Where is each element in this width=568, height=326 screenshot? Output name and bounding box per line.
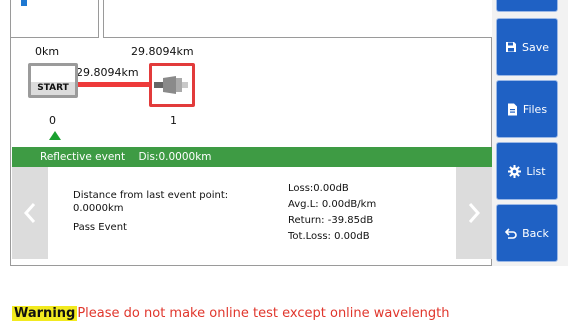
chevron-left-icon	[23, 203, 36, 223]
file-icon	[507, 103, 517, 115]
start-index: 0	[49, 114, 56, 127]
event-node-1[interactable]	[149, 63, 195, 107]
event-type: Reflective event	[40, 151, 126, 163]
event-map-panel: 0km 29.8094km 29.8094km START 0 1 Reflec…	[10, 0, 493, 266]
back-arrow-icon	[505, 227, 517, 239]
top-panel	[103, 0, 493, 38]
loss-value: Loss:0.00dB	[288, 183, 349, 194]
connector-icon	[154, 76, 188, 94]
side-toolbar: Save Files List Back	[492, 0, 568, 266]
files-label: Files	[522, 102, 548, 116]
save-icon	[505, 42, 516, 52]
back-button[interactable]: Back	[496, 204, 558, 262]
chevron-right-icon	[468, 203, 481, 223]
end-distance-label: 29.8094km	[131, 45, 194, 58]
fiber-segment	[78, 82, 152, 87]
list-button[interactable]: List	[496, 142, 558, 200]
distance-label: Distance from last event point:	[73, 190, 229, 201]
event-header: Reflective event Dis:0.0000km	[12, 147, 492, 167]
triangle-marker-icon	[49, 131, 61, 140]
top-left-cell	[11, 0, 99, 38]
next-event-button[interactable]	[456, 167, 492, 259]
top-button[interactable]	[496, 0, 558, 12]
back-label: Back	[522, 226, 549, 240]
save-button[interactable]: Save	[496, 18, 558, 76]
avg-loss-value: Avg.L: 0.00dB/km	[288, 199, 377, 210]
start-node[interactable]: START	[28, 63, 78, 98]
save-label: Save	[521, 40, 549, 54]
start-distance-label: 0km	[35, 45, 60, 58]
warning-message: Please do not make online test except on…	[77, 306, 450, 321]
total-loss-value: Tot.Loss: 0.00dB	[288, 231, 370, 242]
prev-event-button[interactable]	[12, 167, 48, 259]
segment-distance-label: 29.8094km	[76, 66, 139, 79]
event-distance: Dis:0.0000km	[138, 151, 212, 163]
end-index: 1	[170, 114, 177, 127]
event-status: Pass Event	[73, 222, 127, 233]
distance-value: 0.0000km	[73, 203, 124, 214]
return-loss-value: Return: -39.85dB	[288, 215, 374, 226]
event-detail: Distance from last event point: 0.0000km…	[12, 167, 492, 259]
warning-tag: Warning	[12, 306, 78, 321]
start-node-label: START	[31, 82, 75, 95]
files-button[interactable]: Files	[496, 80, 558, 138]
gear-icon	[508, 164, 522, 178]
warning-notice: Warning Please do not make online test ex…	[12, 306, 450, 321]
list-label: List	[526, 164, 546, 178]
blue-indicator	[21, 0, 27, 6]
